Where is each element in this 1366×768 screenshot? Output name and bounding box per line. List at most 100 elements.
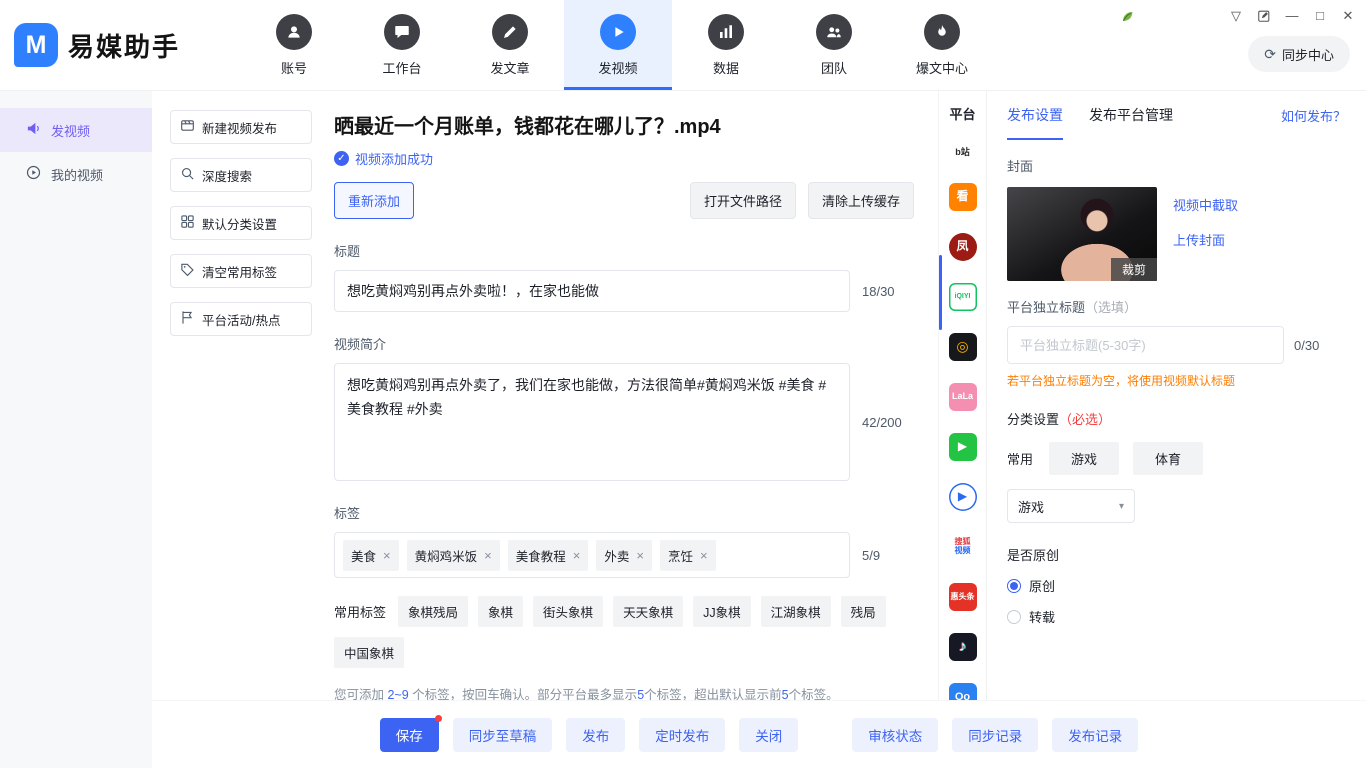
platform-activity-button[interactable]: 平台活动/热点 (170, 302, 312, 336)
minimize-button[interactable]: — (1278, 4, 1306, 28)
nav-item-hot-center[interactable]: 爆文中心 (888, 0, 996, 90)
tag-remove-icon[interactable]: × (383, 549, 391, 562)
tag-chip: 外卖 × (596, 540, 652, 571)
file-toolbar: 重新添加 打开文件路径 清除上传缓存 (334, 182, 914, 219)
common-tag-chip[interactable]: 象棋 (478, 596, 523, 627)
tag-chip: 烹饪 × (660, 540, 716, 571)
sync-to-draft-button[interactable]: 同步至草稿 (453, 718, 553, 752)
team-icon (816, 14, 852, 50)
how-to-publish-link[interactable]: 如何发布？ (1281, 106, 1346, 125)
platform-icon-haokan[interactable]: ▶ (949, 483, 977, 511)
common-tag-chip[interactable]: 象棋残局 (398, 596, 468, 627)
radio-repost[interactable]: 转载 (1007, 607, 1346, 626)
common-tag-chip[interactable]: 天天象棋 (613, 596, 683, 627)
platform-icon-green-play[interactable]: ▶ (949, 433, 977, 461)
nav-item-workbench[interactable]: 工作台 (348, 0, 456, 90)
close-button[interactable]: ✕ (1334, 4, 1362, 28)
common-tags-row: 常用标签 象棋残局 象棋 街头象棋 天天象棋 JJ象棋 (334, 596, 914, 668)
close-editor-button[interactable]: 关闭 (739, 718, 798, 752)
tag-remove-icon[interactable]: × (700, 549, 708, 562)
new-video-publish-button[interactable]: 新建视频发布 (170, 110, 312, 144)
re-add-button[interactable]: 重新添加 (334, 182, 414, 219)
tags-input-box[interactable]: 美食 × 黄焖鸡米饭 × 美食教程 (334, 532, 850, 578)
radio-label: 原创 (1029, 576, 1055, 595)
common-tag-chip[interactable]: 残局 (841, 596, 886, 627)
platform-icon-douyin[interactable]: ♪ (949, 633, 977, 661)
publish-records-button[interactable]: 发布记录 (1052, 718, 1138, 752)
nav-label: 工作台 (383, 58, 422, 77)
nav-item-video[interactable]: 发视频 (564, 0, 672, 90)
tags-counter: 5/9 (862, 548, 914, 563)
optional-hint: （选填） (1085, 300, 1137, 315)
nav-item-article[interactable]: 发文章 (456, 0, 564, 90)
platform-icon-iqiyi[interactable]: iQIYI (949, 283, 977, 311)
publish-button[interactable]: 发布 (566, 718, 625, 752)
platform-icon-dayu[interactable]: ◎ (949, 333, 977, 361)
video-file-title: 晒最近一个月账单，钱都花在哪儿了？.mp4 (334, 110, 914, 139)
workbench-icon (384, 14, 420, 50)
common-tag-chip[interactable]: 江湖象棋 (761, 596, 831, 627)
nav-label: 数据 (713, 58, 739, 77)
review-status-button[interactable]: 审核状态 (852, 718, 938, 752)
platform-icon-sohu-video[interactable]: 搜狐视频 (949, 533, 977, 561)
flame-icon (924, 14, 960, 50)
clear-common-tags-button[interactable]: 清空常用标签 (170, 254, 312, 288)
category-chip[interactable]: 游戏 (1049, 442, 1119, 475)
platform-scrollbar[interactable] (939, 255, 942, 330)
description-textarea[interactable]: 想吃黄焖鸡别再点外卖了，我们在家也能做，方法很简单#黄焖鸡米饭 #美食 #美食教… (334, 363, 850, 481)
edit-note-icon[interactable] (1250, 9, 1278, 23)
open-file-path-button[interactable]: 打开文件路径 (690, 182, 796, 219)
category-select[interactable]: 游戏 ▾ (1007, 489, 1135, 523)
platform-icon-ifeng[interactable]: 凤 (949, 233, 977, 261)
tag-remove-icon[interactable]: × (484, 549, 492, 562)
default-category-settings-button[interactable]: 默认分类设置 (170, 206, 312, 240)
nav-item-team[interactable]: 团队 (780, 0, 888, 90)
common-tags-label: 常用标签 (334, 602, 386, 621)
scheduled-publish-button[interactable]: 定时发布 (639, 718, 725, 752)
deep-search-button[interactable]: 深度搜索 (170, 158, 312, 192)
tag-label: 外卖 (604, 546, 629, 565)
platform-icon-bilibili[interactable]: b站 (947, 145, 979, 161)
sidebar-item-publish-video[interactable]: 发视频 (0, 108, 152, 152)
sidebar-item-label: 我的视频 (51, 165, 103, 184)
tag-remove-icon[interactable]: × (573, 549, 581, 562)
common-categories-row: 常用 游戏 体育 (1007, 442, 1346, 475)
sidebar-item-my-videos[interactable]: 我的视频 (0, 152, 152, 196)
common-tag-chip[interactable]: 中国象棋 (334, 637, 404, 668)
platform-icon-huitoutiao[interactable]: 惠头条 (949, 583, 977, 611)
common-tag-chip[interactable]: 街头象棋 (533, 596, 603, 627)
platform-icon-oo[interactable]: Oo (949, 683, 977, 700)
maximize-button[interactable]: □ (1306, 4, 1334, 28)
platform-icon-lala[interactable]: LaLa (949, 383, 977, 411)
tab-publish-settings[interactable]: 发布设置 (1007, 90, 1063, 140)
nav-item-account[interactable]: 账号 (240, 0, 348, 90)
sync-records-button[interactable]: 同步记录 (952, 718, 1038, 752)
crop-button[interactable]: 裁剪 (1111, 258, 1157, 281)
platform-icon-kandian[interactable]: 看 (949, 183, 977, 211)
capture-from-video-link[interactable]: 视频中截取 (1173, 195, 1238, 214)
save-label: 保存 (396, 729, 423, 744)
nav-item-data[interactable]: 数据 (672, 0, 780, 90)
save-button[interactable]: 保存 (380, 718, 439, 752)
tag-icon (180, 262, 195, 280)
independent-title-input[interactable] (1007, 326, 1284, 364)
common-tag-chip[interactable]: JJ象棋 (693, 596, 751, 627)
toolbar-right-group: 打开文件路径 清除上传缓存 (690, 182, 914, 219)
title-input[interactable] (334, 270, 850, 312)
cover-thumbnail[interactable]: 裁剪 (1007, 187, 1157, 281)
tab-platform-management[interactable]: 发布平台管理 (1089, 90, 1173, 140)
category-selected-value: 游戏 (1018, 497, 1044, 516)
panel-tabs: 发布设置 发布平台管理 如何发布？ (1007, 90, 1346, 140)
clear-upload-cache-button[interactable]: 清除上传缓存 (808, 182, 914, 219)
category-chip[interactable]: 体育 (1133, 442, 1203, 475)
data-icon (708, 14, 744, 50)
upload-cover-link[interactable]: 上传封面 (1173, 230, 1238, 249)
description-counter: 42/200 (862, 415, 914, 430)
filter-icon[interactable]: ▽ (1222, 4, 1250, 28)
sync-center-button[interactable]: ⟳ 同步中心 (1248, 36, 1350, 72)
chevron-down-icon: ▾ (1119, 501, 1124, 512)
radio-original[interactable]: 原创 (1007, 576, 1346, 595)
tag-remove-icon[interactable]: × (636, 549, 644, 562)
action-label: 新建视频发布 (202, 118, 277, 137)
common-label: 常用 (1007, 449, 1033, 468)
